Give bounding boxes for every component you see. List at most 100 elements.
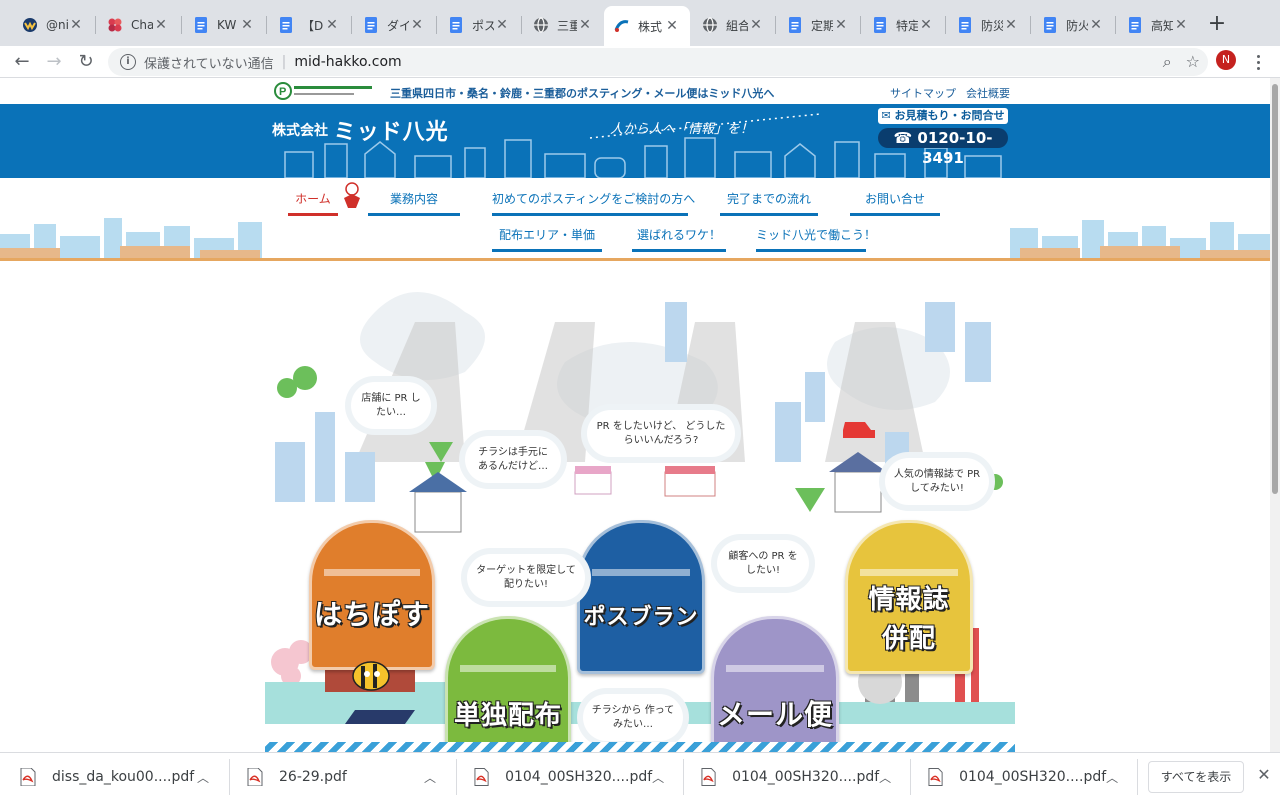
download-filename: 0104_00SH320....pdf — [732, 769, 880, 785]
docs-icon — [448, 17, 464, 33]
bookmark-star-icon[interactable]: ☆ — [1186, 52, 1200, 72]
nav-home[interactable]: ホーム — [288, 190, 338, 216]
docs-icon — [1042, 17, 1058, 33]
pdf-file-icon — [247, 768, 263, 786]
post-mailbin[interactable]: メール便 — [711, 616, 839, 752]
nav-services[interactable]: 業務内容 — [368, 190, 460, 216]
tab-12[interactable]: 防災 ✕ — [947, 8, 1029, 42]
address-divider: | — [281, 54, 287, 70]
close-icon[interactable]: ✕ — [239, 17, 255, 33]
tab-title: ダイ — [387, 18, 409, 33]
close-icon[interactable]: ✕ — [324, 17, 340, 33]
post-posbran[interactable]: ポスブラン — [577, 520, 705, 674]
close-icon[interactable]: ✕ — [409, 17, 425, 33]
tab-3[interactable]: KW ✕ — [183, 8, 265, 42]
speech-bubble: 人気の情報誌で PR してみたい! — [885, 458, 989, 505]
close-icon[interactable]: ✕ — [494, 17, 510, 33]
download-filename: 0104_00SH320....pdf — [959, 769, 1107, 785]
close-icon[interactable]: ✕ — [153, 17, 169, 33]
close-icon[interactable]: ✕ — [68, 17, 84, 33]
tab-7[interactable]: 三重 ✕ — [523, 8, 603, 42]
bee-mascot-icon — [352, 661, 390, 691]
nav-contact[interactable]: お問い合せ — [850, 190, 940, 216]
reload-icon[interactable]: ↻ — [74, 50, 98, 74]
scrollbar-thumb[interactable] — [1272, 84, 1278, 494]
docs-icon — [1127, 17, 1143, 33]
company-link[interactable]: 会社概要 — [966, 85, 1010, 101]
info-icon[interactable]: i — [120, 54, 136, 70]
tab-10[interactable]: 定期 ✕ — [777, 8, 859, 42]
pdf-file-icon — [701, 768, 716, 786]
url-text[interactable]: mid-hakko.com — [294, 54, 401, 70]
back-icon[interactable]: ← — [10, 50, 34, 74]
header-banner: 株式会社 ミッド八光 人から人へ「情報」を！ ✉ お見積もり・お問合せ ☎ 01… — [0, 104, 1270, 178]
tab-title: 高知 — [1151, 18, 1173, 33]
speech-bubble: PR をしたいけど、 どうしたらいいんだろう? — [587, 410, 735, 457]
nav-recruit[interactable]: ミッド八光で働こう！ — [756, 226, 876, 252]
post-hachipos[interactable]: はちぽす — [309, 520, 435, 670]
tab-1[interactable]: @ni ✕ — [12, 8, 94, 42]
download-item[interactable]: 0104_00SH320....pdf ︿ — [912, 759, 1138, 795]
chevron-up-icon[interactable]: ︿ — [424, 769, 444, 786]
chevron-up-icon[interactable]: ︿ — [652, 769, 671, 786]
close-icon[interactable]: ✕ — [918, 17, 934, 33]
hero-illustration: はちぽす 単独配布 ポスブラン メール便 情報誌 併配 店舗に PR したい… … — [265, 282, 1015, 752]
tab-5[interactable]: ダイ ✕ — [353, 8, 435, 42]
tab-4[interactable]: 【D ✕ — [268, 8, 350, 42]
nav-flow[interactable]: 完了までの流れ — [720, 190, 818, 216]
zoom-icon[interactable]: ⌕ — [1163, 52, 1172, 72]
globe-icon — [533, 17, 549, 33]
nav-first-time[interactable]: 初めてのポスティングをご検討の方へ — [492, 190, 695, 216]
tab-title: 組合 — [726, 18, 748, 33]
forward-icon[interactable]: → — [42, 50, 66, 74]
site-logo[interactable]: 株式会社 ミッド八光 — [272, 114, 449, 146]
tab-9[interactable]: 組合 ✕ — [692, 8, 774, 42]
tab-title: 株式 — [638, 19, 663, 34]
tab-title: 【D — [302, 18, 324, 33]
sitemap-link[interactable]: サイトマップ — [890, 85, 956, 101]
tab-6[interactable]: ポス ✕ — [438, 8, 520, 42]
main-nav: ホーム 業務内容 初めてのポスティングをご検討の方へ 完了までの流れ お問い合せ… — [0, 178, 1270, 264]
tab-14[interactable]: 高知 ✕ — [1117, 8, 1199, 42]
download-item[interactable]: 0104_00SH320....pdf ︿ — [685, 759, 911, 795]
download-item[interactable]: 26-29.pdf ︿ — [231, 759, 457, 795]
close-icon[interactable]: ✕ — [748, 17, 764, 33]
download-filename: diss_da_kou00....pdf — [52, 769, 195, 785]
profile-avatar[interactable]: N — [1216, 50, 1236, 70]
speech-bubble: 店舗に PR したい… — [351, 382, 431, 429]
tab-13[interactable]: 防火 ✕ — [1032, 8, 1114, 42]
page-scrollbar[interactable] — [1270, 78, 1280, 752]
address-bar[interactable]: i 保護されていない通信 | mid-hakko.com ⌕ ☆ — [108, 48, 1208, 76]
chevron-up-icon[interactable]: ︿ — [879, 769, 898, 786]
phone-number[interactable]: ☎ 0120-10-3491 — [878, 128, 1008, 167]
close-icon[interactable]: ✕ — [1254, 765, 1274, 785]
contact-button[interactable]: ✉ お見積もり・お問合せ — [878, 108, 1008, 124]
post-tandoku[interactable]: 単独配布 — [445, 616, 571, 752]
show-all-downloads-button[interactable]: すべてを表示 — [1148, 761, 1244, 793]
site-tagline: 三重県四日市・桑名・鈴鹿・三重郡のポスティング・メール便はミッド八光へ — [390, 87, 775, 100]
chevron-up-icon[interactable]: ︿ — [197, 769, 217, 786]
speech-bubble: チラシから 作ってみたい… — [583, 694, 683, 741]
download-filename: 0104_00SH320....pdf — [505, 769, 653, 785]
tab-8-active[interactable]: 株式 ✕ — [604, 6, 690, 46]
close-icon[interactable]: ✕ — [577, 17, 593, 33]
tab-strip: @ni ✕ Cha ✕ KW ✕ 【D ✕ ダイ ✕ ポス ✕ 三重 ✕ 株式 … — [0, 0, 1280, 46]
close-icon[interactable]: ✕ — [833, 17, 849, 33]
tab-title: 特定 — [896, 18, 918, 33]
tab-11[interactable]: 特定 ✕ — [862, 8, 944, 42]
close-icon[interactable]: ✕ — [664, 18, 680, 34]
download-filename: 26-29.pdf — [279, 769, 347, 785]
chevron-up-icon[interactable]: ︿ — [1106, 769, 1125, 786]
new-tab-button[interactable]: + — [1205, 12, 1229, 36]
close-icon[interactable]: ✕ — [1173, 17, 1189, 33]
download-item[interactable]: 0104_00SH320....pdf ︿ — [458, 759, 684, 795]
tab-2[interactable]: Cha ✕ — [97, 8, 179, 42]
download-item[interactable]: diss_da_kou00....pdf ︿ — [4, 759, 230, 795]
close-icon[interactable]: ✕ — [1088, 17, 1104, 33]
post-magazine[interactable]: 情報誌 併配 — [845, 520, 973, 674]
post-label: メール便 — [716, 698, 833, 731]
nav-why-chosen[interactable]: 選ばれるワケ！ — [632, 226, 726, 252]
menu-icon[interactable] — [1250, 50, 1266, 74]
close-icon[interactable]: ✕ — [1003, 17, 1019, 33]
nav-area-price[interactable]: 配布エリア・単価 — [492, 226, 602, 252]
